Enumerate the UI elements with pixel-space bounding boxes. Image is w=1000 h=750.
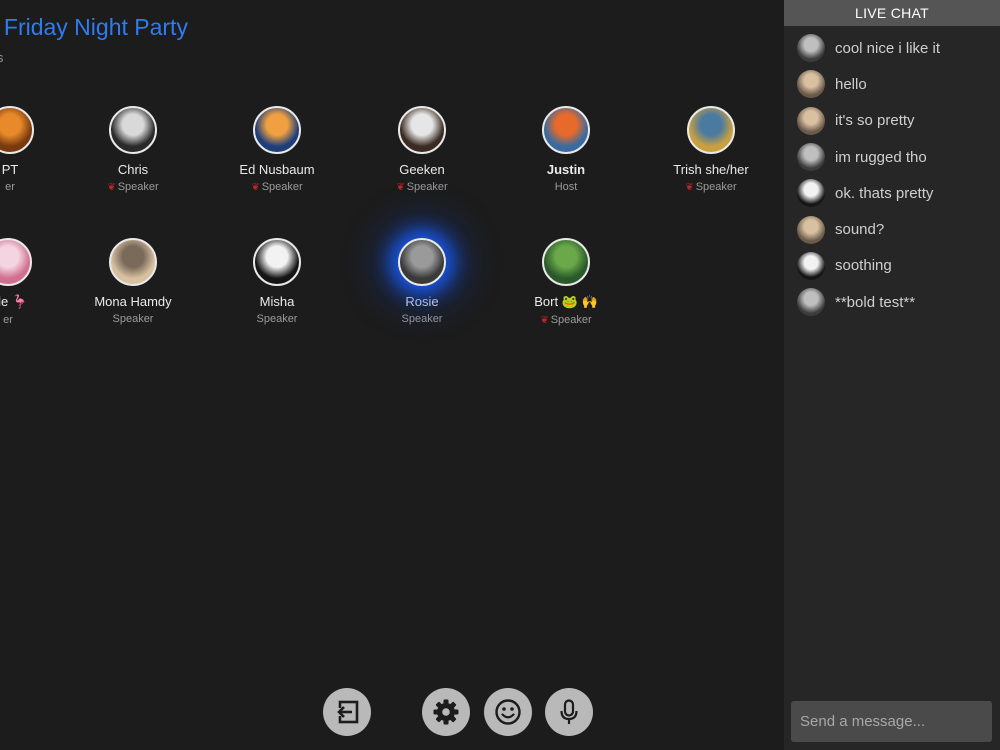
chat-message-text: hello — [835, 75, 867, 93]
live-chat-panel: LIVE CHAT cool nice i like it hello it's… — [784, 0, 1000, 750]
room-subtitle: nts — [0, 50, 4, 65]
participant-role: Speaker — [401, 313, 443, 325]
participant[interactable]: Misha Speaker — [212, 238, 342, 325]
participant-role: ❦ Speaker — [107, 181, 159, 193]
participant-speaking[interactable]: Rosie Speaker — [357, 238, 487, 325]
chat-message: soothing — [784, 248, 1000, 284]
avatar[interactable] — [542, 238, 590, 286]
participant-role: ❦ Speaker — [540, 314, 592, 326]
chat-message: ok. thats pretty — [784, 175, 1000, 211]
chat-message: sound? — [784, 211, 1000, 247]
participant-name: Geeken — [399, 162, 445, 177]
rose-icon: ❦ — [540, 315, 549, 326]
participant[interactable]: Mona Hamdy Speaker — [68, 238, 198, 325]
stage: s Friday Night Party nts PT er Chris ❦Sp… — [0, 0, 784, 750]
participant-role: er — [5, 181, 15, 193]
participant-name: PT — [1, 162, 19, 177]
participant-role: ❦ Speaker — [685, 181, 737, 193]
participant[interactable]: Ed Nusbaum ❦ Speaker — [212, 106, 342, 193]
participant-name: Chris — [117, 162, 149, 177]
avatar[interactable] — [797, 106, 825, 135]
avatar[interactable] — [398, 106, 446, 154]
rose-icon: ❦ — [251, 182, 260, 193]
avatar[interactable] — [797, 215, 825, 244]
avatar[interactable] — [797, 34, 825, 63]
room-title: s Friday Night Party — [0, 14, 188, 40]
rose-icon: ❦ — [396, 182, 405, 193]
chat-message-text: im rugged tho — [835, 148, 927, 166]
avatar[interactable] — [542, 106, 590, 154]
participant[interactable]: Trish she/her ❦ Speaker — [646, 106, 776, 193]
avatar[interactable] — [797, 70, 825, 99]
participant[interactable]: Chris ❦ Speaker — [68, 106, 198, 193]
exit-icon — [337, 700, 359, 724]
participant-name: Justin — [546, 162, 586, 177]
avatar[interactable] — [797, 179, 825, 208]
participant-role: ❦ Speaker — [251, 181, 303, 193]
avatar[interactable] — [797, 251, 825, 280]
avatar[interactable] — [797, 143, 825, 172]
participant[interactable]: Justin Host — [501, 106, 631, 193]
avatar[interactable] — [109, 238, 157, 286]
participant[interactable]: Geeken ❦ Speaker — [357, 106, 487, 193]
chat-message-text: cool nice i like it — [835, 39, 941, 57]
chat-message-text: soothing — [835, 257, 892, 275]
avatar[interactable] — [0, 106, 34, 154]
avatar[interactable] — [797, 288, 825, 317]
participant-role: Speaker — [256, 313, 298, 325]
participant-name: Mona Hamdy — [94, 294, 172, 309]
chat-message: cool nice i like it — [784, 30, 1000, 66]
chat-message: it's so pretty — [784, 103, 1000, 139]
participant[interactable]: elle 🦩 er — [0, 238, 73, 326]
avatar[interactable] — [253, 106, 301, 154]
reactions-button[interactable] — [484, 688, 532, 736]
participant-name: elle 🦩 — [0, 294, 29, 309]
chat-header: LIVE CHAT — [784, 0, 1000, 26]
chat-message-text: it's so pretty — [835, 112, 915, 130]
avatar[interactable] — [0, 238, 32, 286]
rose-icon: ❦ — [107, 182, 116, 193]
participant-role: ❦ Speaker — [396, 181, 448, 193]
participant-name: Ed Nusbaum — [239, 162, 315, 177]
participant-name: Misha — [259, 294, 295, 309]
gear-icon — [433, 699, 459, 725]
settings-button[interactable] — [422, 688, 470, 736]
avatar[interactable] — [687, 106, 735, 154]
participant-role: er — [3, 314, 13, 326]
leave-button[interactable] — [323, 688, 371, 736]
chat-message: im rugged tho — [784, 139, 1000, 175]
microphone-icon — [560, 699, 578, 724]
smiley-icon — [495, 699, 521, 725]
mic-button[interactable] — [545, 688, 593, 736]
participant[interactable]: Bort 🐸 🙌 ❦ Speaker — [501, 238, 631, 326]
avatar[interactable] — [253, 238, 301, 286]
avatar[interactable] — [109, 106, 157, 154]
chat-message-text: **bold test** — [835, 293, 916, 311]
participant[interactable]: PT er — [0, 106, 75, 193]
chat-message-text: ok. thats pretty — [835, 184, 934, 202]
chat-message: hello — [784, 66, 1000, 102]
chat-message: **bold test** — [784, 284, 1000, 320]
chat-message-list[interactable]: cool nice i like it hello it's so pretty… — [784, 26, 1000, 320]
avatar[interactable] — [398, 238, 446, 286]
participant-name: Rosie — [405, 294, 439, 309]
participant-name: Bort 🐸 🙌 — [534, 294, 598, 309]
participant-role: Host — [554, 181, 578, 193]
participant-name: Trish she/her — [673, 162, 749, 177]
participant-role: Speaker — [112, 313, 154, 325]
chat-message-text: sound? — [835, 221, 885, 239]
chat-message-input[interactable] — [791, 701, 992, 742]
rose-icon: ❦ — [685, 182, 694, 193]
